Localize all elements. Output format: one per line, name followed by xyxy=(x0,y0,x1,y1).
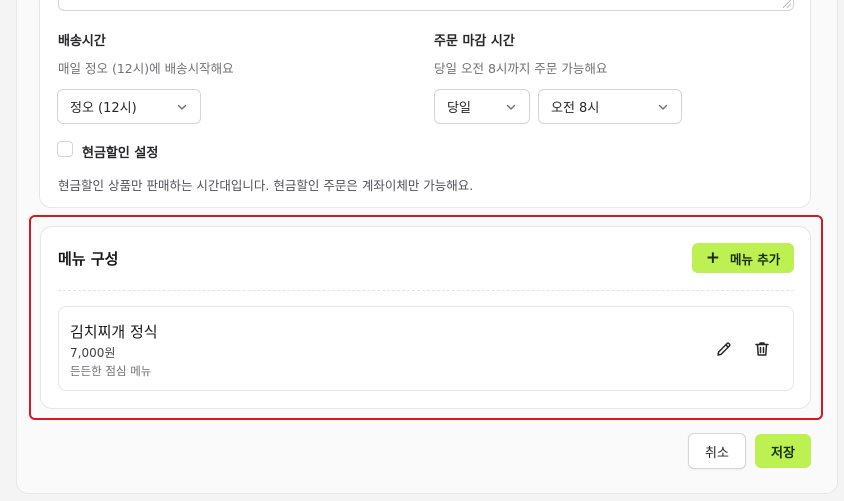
chevron-down-icon xyxy=(658,104,668,110)
delivery-time-label: 배송시간 xyxy=(58,34,106,49)
chevron-down-icon xyxy=(177,104,187,110)
save-button[interactable]: 저장 xyxy=(755,434,811,468)
notes-textarea[interactable] xyxy=(58,0,794,11)
delivery-time-value: 정오 (12시) xyxy=(70,101,137,116)
cash-discount-checkbox[interactable] xyxy=(57,141,73,157)
order-deadline-label: 주문 마감 시간 xyxy=(434,34,515,49)
order-deadline-time-value: 오전 8시 xyxy=(551,101,600,116)
cash-discount-description: 현금할인 상품만 판매하는 시간대입니다. 현금할인 주문은 계좌이체만 가능해… xyxy=(58,178,474,193)
delivery-time-select[interactable]: 정오 (12시) xyxy=(57,89,201,124)
cash-discount-label: 현금할인 설정 xyxy=(82,146,159,161)
cancel-button[interactable]: 취소 xyxy=(688,433,746,469)
order-deadline-day-select[interactable]: 당일 xyxy=(434,89,530,124)
order-deadline-hint: 당일 오전 8시까지 주문 가능해요 xyxy=(434,61,608,76)
order-deadline-day-value: 당일 xyxy=(447,101,471,116)
menu-section-highlight xyxy=(29,215,823,420)
chevron-down-icon xyxy=(506,104,516,110)
delivery-time-hint: 매일 정오 (12시)에 배송시작해요 xyxy=(58,61,234,76)
resize-grip-icon[interactable] xyxy=(783,0,791,8)
order-deadline-time-select[interactable]: 오전 8시 xyxy=(538,89,682,124)
